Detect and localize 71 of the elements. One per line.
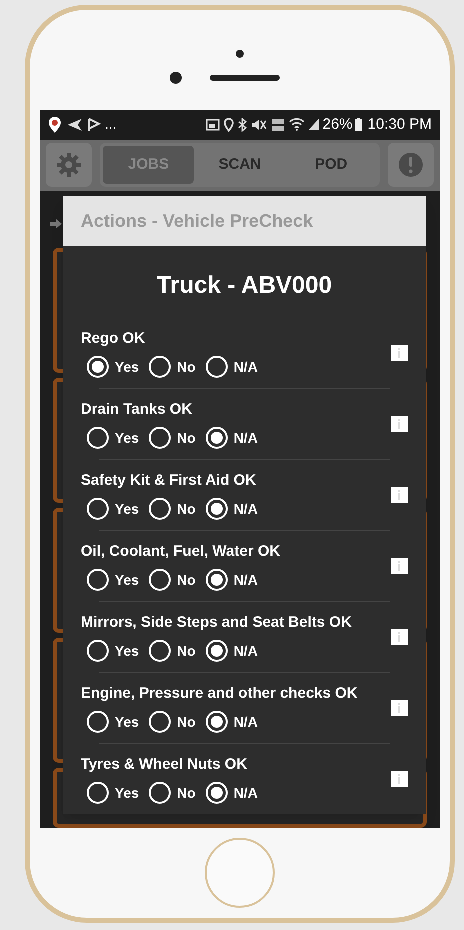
radio-button[interactable] bbox=[87, 356, 109, 378]
option-label: N/A bbox=[234, 500, 258, 519]
radio-button[interactable] bbox=[87, 427, 109, 450]
clock-time: 10:30 PM bbox=[368, 114, 432, 135]
nav-tab[interactable]: POD bbox=[286, 146, 377, 184]
option-label: No bbox=[177, 358, 196, 377]
option-label: N/A bbox=[234, 428, 258, 448]
option-label: N/A bbox=[234, 642, 258, 661]
check-label: Oil, Coolant, Fuel, Water OK bbox=[81, 542, 282, 562]
radio-button[interactable] bbox=[206, 427, 228, 450]
option-label: Yes bbox=[115, 784, 140, 803]
check-label: Tyres & Wheel Nuts OK bbox=[81, 754, 248, 775]
radio-button[interactable] bbox=[149, 640, 172, 662]
radio-button[interactable] bbox=[149, 782, 172, 804]
option-label: Yes bbox=[115, 428, 140, 448]
radio-button[interactable] bbox=[87, 782, 109, 804]
nav-tab[interactable]: SCAN bbox=[194, 146, 286, 184]
check-label: Rego OK bbox=[81, 328, 146, 349]
battery-icon bbox=[354, 118, 363, 132]
option-label: Yes bbox=[115, 500, 140, 519]
battery-percent: 26% bbox=[322, 114, 353, 135]
cast-icon bbox=[206, 118, 220, 131]
settings-icon bbox=[56, 152, 82, 178]
flag-arrow-icon bbox=[87, 118, 101, 132]
option-label: No bbox=[177, 642, 196, 661]
radio-button[interactable] bbox=[206, 640, 228, 662]
radio-button[interactable] bbox=[149, 356, 172, 378]
option-label: N/A bbox=[234, 570, 258, 590]
option-label: No bbox=[177, 570, 196, 590]
send-arrow-icon bbox=[67, 118, 83, 132]
speaker-grille bbox=[210, 75, 280, 81]
check-label: Engine, Pressure and other checks OK bbox=[81, 684, 359, 704]
map-pin-icon bbox=[48, 116, 62, 134]
radio-button[interactable] bbox=[149, 711, 172, 734]
option-label: No bbox=[177, 500, 196, 519]
radio-button[interactable] bbox=[206, 498, 228, 520]
option-label: No bbox=[177, 712, 196, 732]
radio-button[interactable] bbox=[206, 356, 228, 378]
option-label: N/A bbox=[234, 358, 258, 377]
option-label: Yes bbox=[115, 570, 140, 590]
option-label: No bbox=[177, 784, 196, 803]
location-icon bbox=[224, 118, 234, 132]
option-label: N/A bbox=[234, 712, 258, 732]
alert-icon bbox=[398, 152, 424, 178]
option-label: N/A bbox=[234, 784, 258, 803]
check-label: Drain Tanks OK bbox=[81, 400, 194, 420]
overflow-indicator: ... bbox=[105, 115, 117, 134]
option-label: No bbox=[177, 428, 196, 448]
option-label: Yes bbox=[115, 642, 140, 661]
radio-button[interactable] bbox=[87, 498, 109, 520]
radio-button[interactable] bbox=[206, 782, 228, 804]
option-label: Yes bbox=[115, 712, 140, 732]
radio-button[interactable] bbox=[206, 711, 228, 734]
radio-button[interactable] bbox=[87, 711, 109, 734]
option-label: Yes bbox=[115, 358, 140, 377]
radio-button[interactable] bbox=[149, 427, 172, 450]
bluetooth-icon bbox=[238, 118, 247, 132]
dialog-title: Truck - ABV000 bbox=[156, 271, 334, 301]
camera-lens bbox=[170, 72, 182, 84]
radio-button[interactable] bbox=[149, 569, 172, 592]
arrow-icon bbox=[50, 219, 62, 229]
check-label: Safety Kit & First Aid OK bbox=[81, 470, 258, 491]
check-label: Mirrors, Side Steps and Seat Belts OK bbox=[81, 612, 353, 633]
mute-icon bbox=[250, 118, 267, 132]
radio-button[interactable] bbox=[206, 569, 228, 592]
signal-icon bbox=[308, 118, 320, 132]
dialog-header: Actions - Vehicle PreCheck bbox=[63, 196, 426, 246]
radio-button[interactable] bbox=[87, 640, 109, 662]
radio-button[interactable] bbox=[87, 569, 109, 592]
wifi-icon bbox=[288, 118, 305, 132]
radio-button[interactable] bbox=[149, 498, 172, 520]
